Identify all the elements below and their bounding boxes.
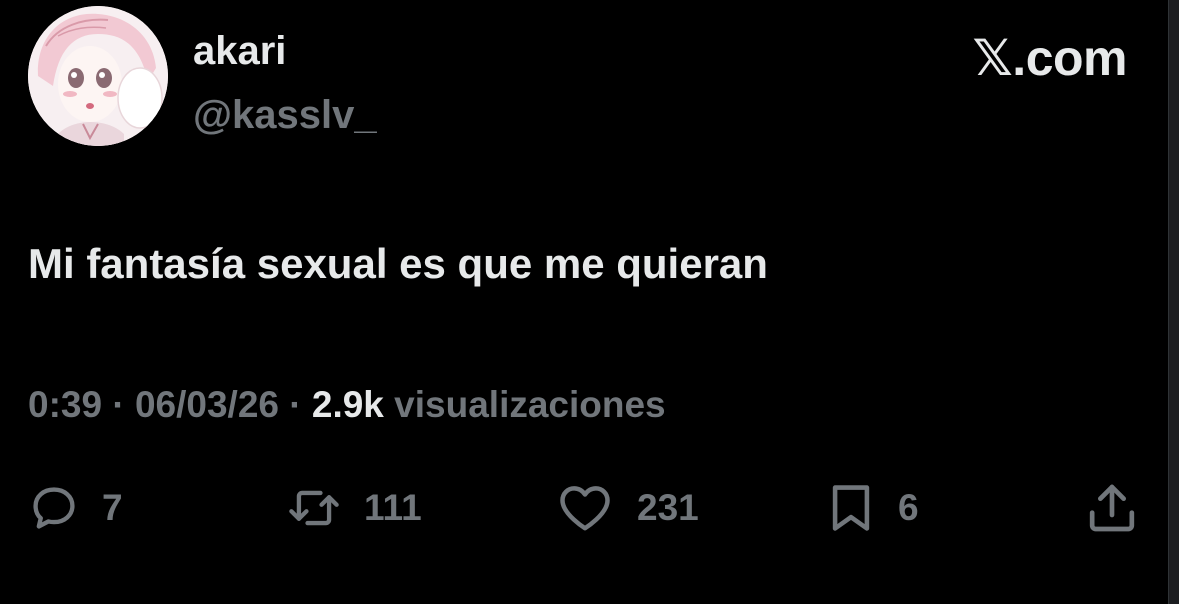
bookmark-icon bbox=[826, 480, 876, 536]
repost-icon bbox=[286, 482, 342, 534]
like-count: 231 bbox=[637, 487, 699, 528]
user-handle[interactable]: @kasslv_ bbox=[193, 90, 377, 140]
heart-icon bbox=[555, 481, 615, 535]
tweet-meta: 0:39 · 06/03/26 · 2.9k visualizaciones bbox=[28, 382, 666, 428]
tweet-date[interactable]: 06/03/26 bbox=[135, 384, 279, 425]
tweet-text: Mi fantasía sexual es que me quieran bbox=[28, 240, 768, 287]
meta-separator: · bbox=[102, 384, 135, 425]
action-bar: 7 111 231 6 bbox=[0, 478, 1160, 538]
x-logo-brand: 𝕏.com bbox=[972, 30, 1128, 86]
bookmark-count: 6 bbox=[898, 487, 919, 528]
bookmark-button[interactable]: 6 bbox=[826, 478, 919, 538]
share-button[interactable] bbox=[1084, 478, 1140, 538]
repost-count: 111 bbox=[364, 487, 422, 528]
views-count: 2.9k bbox=[311, 384, 384, 425]
avatar[interactable] bbox=[28, 6, 168, 146]
reply-button[interactable]: 7 bbox=[28, 478, 123, 538]
meta-separator: · bbox=[278, 384, 312, 425]
scrollbar[interactable] bbox=[1168, 0, 1179, 604]
display-name[interactable]: akari bbox=[193, 26, 286, 76]
reply-icon bbox=[28, 482, 80, 534]
share-icon bbox=[1084, 480, 1140, 536]
views-label: visualizaciones bbox=[383, 384, 666, 425]
tweet-time[interactable]: 0:39 bbox=[28, 384, 102, 425]
reply-count: 7 bbox=[102, 487, 123, 528]
repost-button[interactable]: 111 bbox=[286, 478, 422, 538]
like-button[interactable]: 231 bbox=[555, 478, 699, 538]
anime-girl-avatar-image bbox=[28, 6, 168, 146]
